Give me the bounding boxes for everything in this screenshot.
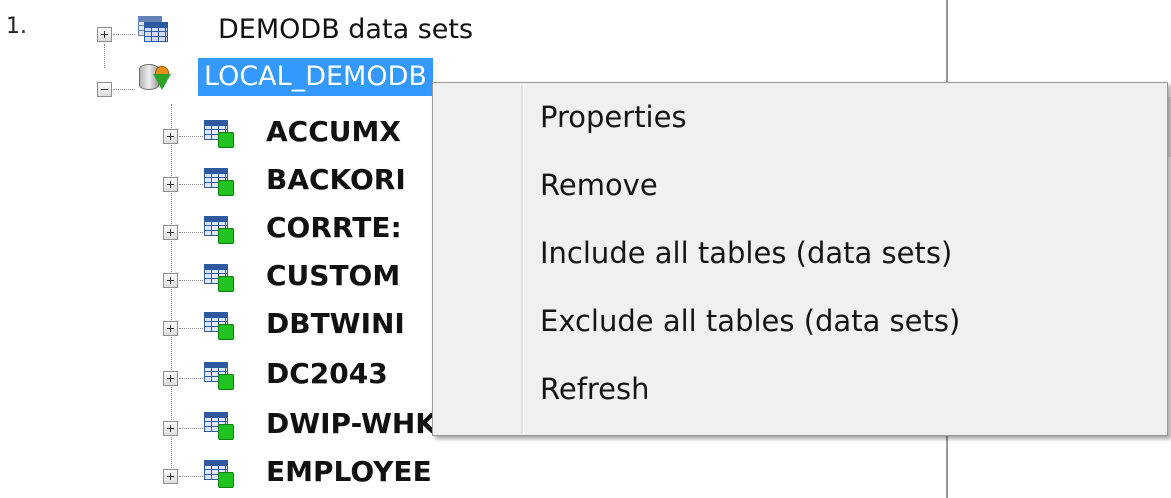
menu-item-refresh[interactable]: Refresh: [436, 358, 1164, 426]
plus-expander-icon[interactable]: [163, 371, 178, 386]
table-icon: [204, 362, 234, 390]
database-connection-icon: [139, 60, 173, 96]
tree-node-table[interactable]: DBTWINI: [0, 304, 440, 350]
tree-node-table[interactable]: ACCUMX: [0, 112, 440, 158]
tree-connector: [179, 428, 203, 429]
plus-expander-icon[interactable]: [163, 421, 178, 436]
tree-node-label: ACCUMX: [266, 115, 401, 148]
minus-expander-icon[interactable]: [97, 82, 112, 97]
tree-node-root[interactable]: DEMODB data sets: [0, 12, 520, 58]
table-icon: [204, 120, 234, 148]
tree-connector: [179, 476, 203, 477]
tree-connector: [113, 34, 135, 35]
tree-node-table[interactable]: EMPLOYEE: [0, 452, 440, 498]
tree-connector: [179, 328, 203, 329]
tree-node-label: EMPLOYEE: [266, 455, 432, 488]
menu-item-label: Remove: [540, 168, 658, 202]
tree-connector: [113, 89, 135, 90]
menu-item-label: Include all tables (data sets): [540, 236, 953, 270]
tree-node-label: DEMODB data sets: [218, 14, 474, 45]
plus-expander-icon[interactable]: [163, 321, 178, 336]
table-icon: [204, 312, 234, 340]
menu-item-label: Refresh: [540, 372, 650, 406]
tree-node-label: DC2043: [266, 357, 388, 390]
plus-expander-icon[interactable]: [163, 469, 178, 484]
tree-node-table[interactable]: BACKORI: [0, 160, 440, 206]
tree-node-label: DBTWINI: [266, 307, 405, 340]
menu-item-label: Exclude all tables (data sets): [540, 304, 961, 338]
context-menu: Properties Remove Include all tables (da…: [432, 82, 1168, 436]
tree-node-table[interactable]: CORRTE:: [0, 208, 440, 254]
plus-expander-icon[interactable]: [163, 129, 178, 144]
tree-connector: [179, 280, 203, 281]
tree-connector: [179, 232, 203, 233]
plus-expander-icon[interactable]: [97, 27, 112, 42]
tree-node-label: CUSTOM: [266, 259, 401, 292]
table-icon: [204, 264, 234, 292]
tree-connector: [179, 378, 203, 379]
tree-connector: [179, 184, 203, 185]
table-icon: [204, 216, 234, 244]
plus-expander-icon[interactable]: [163, 273, 178, 288]
tree-node-label: CORRTE:: [266, 211, 402, 244]
table-icon: [204, 412, 234, 440]
menu-item-exclude-all-tables[interactable]: Exclude all tables (data sets): [436, 290, 1164, 358]
menu-item-remove[interactable]: Remove: [436, 154, 1164, 222]
tree-node-table[interactable]: CUSTOM: [0, 256, 440, 302]
tree-node-label: BACKORI: [266, 163, 406, 196]
table-stack-icon: [138, 16, 168, 44]
plus-expander-icon[interactable]: [163, 177, 178, 192]
tree-node-table[interactable]: DC2043: [0, 354, 440, 400]
tree-connector: [179, 136, 203, 137]
tree-node-label-selected: LOCAL_DEMODB: [198, 58, 433, 96]
menu-item-include-all-tables[interactable]: Include all tables (data sets): [436, 222, 1164, 290]
plus-expander-icon[interactable]: [163, 225, 178, 240]
table-icon: [204, 460, 234, 488]
menu-item-label: Properties: [540, 100, 687, 134]
table-icon: [204, 168, 234, 196]
menu-item-properties[interactable]: Properties: [436, 86, 1164, 154]
